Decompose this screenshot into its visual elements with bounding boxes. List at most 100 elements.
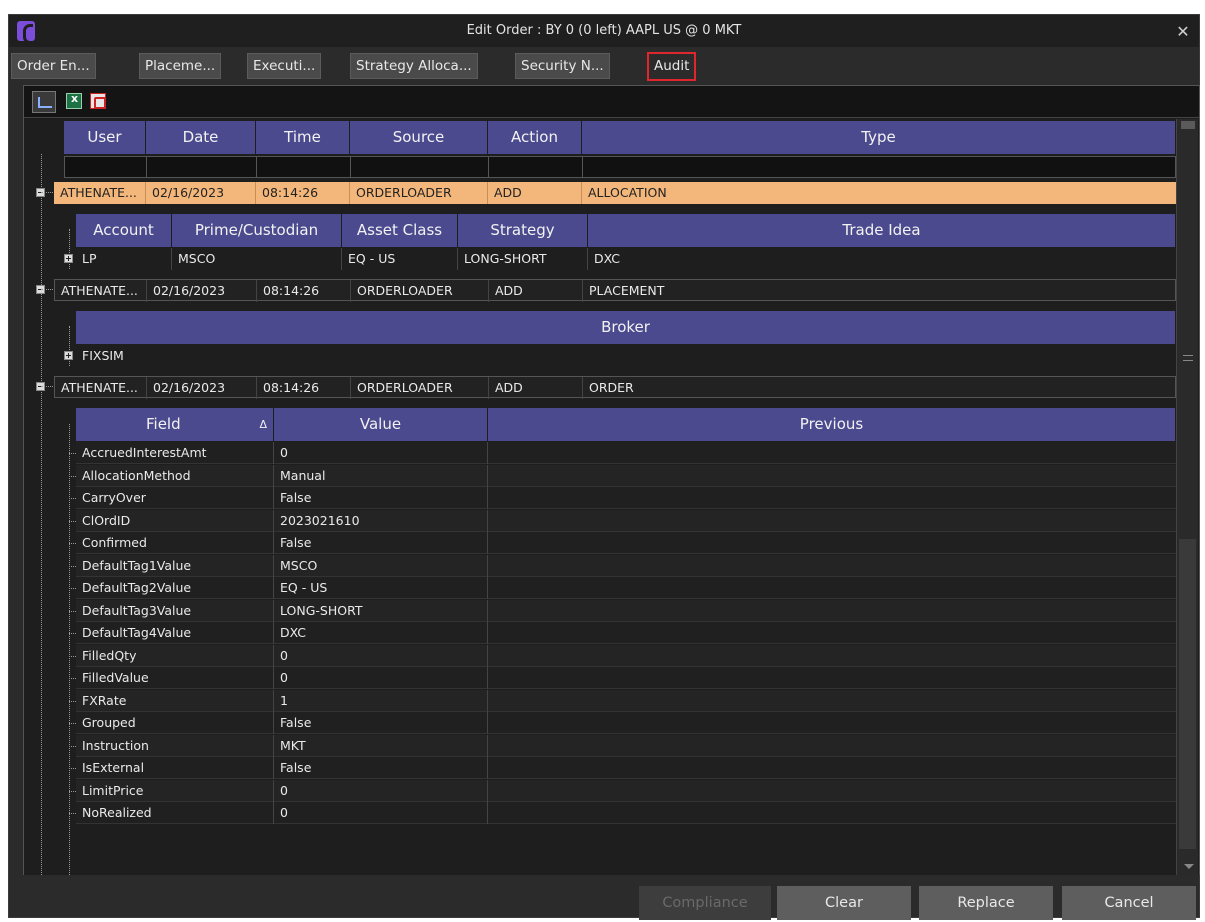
scroll-up-icon[interactable]: [1181, 121, 1195, 129]
close-icon[interactable]: ✕: [1173, 22, 1193, 42]
expand-toggle[interactable]: [64, 351, 73, 360]
table-row[interactable]: CarryOver False: [76, 487, 1176, 509]
cell-previous: [488, 510, 1176, 532]
cell-field: Confirmed: [76, 532, 274, 554]
expand-toggle[interactable]: [64, 254, 73, 263]
column-header-asset-class[interactable]: Asset Class: [342, 214, 458, 247]
cell-value: 2023021610: [274, 510, 488, 532]
table-row[interactable]: ATHENATE... 02/16/2023 08:14:26 ORDERLOA…: [54, 376, 1176, 399]
table-row[interactable]: DefaultTag4Value DXC: [76, 622, 1176, 644]
table-row[interactable]: FXRate 1: [76, 690, 1176, 712]
clear-button[interactable]: Clear: [777, 886, 911, 920]
cell-value: False: [274, 757, 488, 779]
tree-connector: [69, 566, 76, 567]
cell-field: DefaultTag2Value: [76, 577, 274, 599]
column-header-broker[interactable]: Broker: [76, 311, 1176, 344]
filter-divider: [350, 157, 351, 177]
table-row[interactable]: ATHENATE... 02/16/2023 08:14:26 ORDERLOA…: [54, 279, 1176, 302]
cell-time: 08:14:26: [257, 280, 351, 302]
column-header-user[interactable]: User: [64, 121, 146, 154]
cell-field: Grouped: [76, 712, 274, 734]
cell-source: ORDERLOADER: [351, 377, 489, 399]
table-row[interactable]: AccruedInterestAmt 0: [76, 442, 1176, 464]
scroll-thumb[interactable]: [1179, 539, 1196, 849]
excel-export-icon[interactable]: [66, 92, 82, 109]
column-header-time[interactable]: Time: [256, 121, 350, 154]
cell-action: ADD: [488, 182, 582, 204]
column-header-strategy[interactable]: Strategy: [458, 214, 588, 247]
table-row[interactable]: FilledQty 0: [76, 645, 1176, 667]
cell-trade-idea: DXC: [594, 251, 621, 266]
tab-executions[interactable]: Executi...: [247, 53, 322, 79]
cell-date: 02/16/2023: [147, 377, 257, 399]
cell-field: ClOrdID: [76, 510, 274, 532]
table-row[interactable]: DefaultTag3Value LONG-SHORT: [76, 600, 1176, 622]
column-header-field[interactable]: Field Δ: [76, 408, 274, 441]
column-header-type[interactable]: Type: [582, 121, 1176, 154]
cell-action: ADD: [489, 280, 583, 302]
chart-icon[interactable]: [32, 91, 56, 113]
cell-previous: [488, 780, 1176, 802]
cell-field: AllocationMethod: [76, 465, 274, 487]
audit-toolbar: [24, 86, 1199, 118]
filter-divider: [256, 157, 257, 177]
table-row[interactable]: LP MSCO EQ - US LONG-SHORT DXC: [76, 248, 1176, 270]
tab-order-entry[interactable]: Order En...: [11, 53, 96, 79]
cell-field: DefaultTag3Value: [76, 600, 274, 622]
table-row[interactable]: DefaultTag2Value EQ - US: [76, 577, 1176, 599]
cell-value: 0: [274, 802, 488, 824]
tab-audit[interactable]: Audit: [647, 52, 697, 81]
tab-placements[interactable]: Placeme...: [139, 53, 222, 79]
cell-value: False: [274, 712, 488, 734]
table-row[interactable]: ATHENATE... 02/16/2023 08:14:26 ORDERLOA…: [54, 182, 1176, 204]
column-header-source[interactable]: Source: [350, 121, 488, 154]
column-header-previous[interactable]: Previous: [488, 408, 1176, 441]
cell-value: EQ - US: [274, 577, 488, 599]
table-row[interactable]: FIXSIM: [76, 345, 1176, 367]
column-header-prime-custodian[interactable]: Prime/Custodian: [172, 214, 342, 247]
cell-value: LONG-SHORT: [274, 600, 488, 622]
cell-field: FilledQty: [76, 645, 274, 667]
table-row[interactable]: AllocationMethod Manual: [76, 465, 1176, 487]
tree-connector: [69, 746, 76, 747]
column-header-date[interactable]: Date: [146, 121, 256, 154]
table-row[interactable]: LimitPrice 0: [76, 780, 1176, 802]
vertical-scrollbar[interactable]: [1176, 119, 1198, 875]
cell-date: 02/16/2023: [147, 280, 257, 302]
tab-security-notes[interactable]: Security N...: [515, 53, 610, 79]
column-header-action[interactable]: Action: [488, 121, 582, 154]
table-row[interactable]: DefaultTag1Value MSCO: [76, 555, 1176, 577]
replace-button[interactable]: Replace: [919, 886, 1053, 920]
tab-strategy-allocation[interactable]: Strategy Alloca...: [350, 53, 478, 79]
table-row[interactable]: ClOrdID 2023021610: [76, 510, 1176, 532]
cell-value: DXC: [274, 622, 488, 644]
compliance-button[interactable]: Compliance: [639, 886, 771, 920]
column-header-field-label: Field: [146, 415, 181, 433]
filter-row: [64, 156, 1176, 178]
table-row[interactable]: Confirmed False: [76, 532, 1176, 554]
table-row[interactable]: NoRealized 0: [76, 802, 1176, 824]
tree-connector: [69, 588, 76, 589]
tree-connector: [69, 656, 76, 657]
table-row[interactable]: IsExternal False: [76, 757, 1176, 779]
column-header-value[interactable]: Value: [274, 408, 488, 441]
table-row[interactable]: Instruction MKT: [76, 735, 1176, 757]
cell-type: ORDER: [589, 380, 634, 395]
table-row[interactable]: FilledValue 0: [76, 667, 1176, 689]
cell-field: DefaultTag1Value: [76, 555, 274, 577]
tree-connector: [69, 791, 76, 792]
tree-connector: [41, 192, 53, 193]
column-header-trade-idea[interactable]: Trade Idea: [588, 214, 1176, 247]
window-title: Edit Order : BY 0 (0 left) AAPL US @ 0 M…: [466, 23, 742, 38]
table-row[interactable]: Grouped False: [76, 712, 1176, 734]
pdf-export-icon[interactable]: [90, 93, 106, 109]
cell-strategy: LONG-SHORT: [458, 248, 588, 270]
cell-time: 08:14:26: [256, 182, 350, 204]
cell-asset-class: EQ - US: [342, 248, 458, 270]
column-header-account[interactable]: Account: [76, 214, 172, 247]
filter-divider: [582, 157, 583, 177]
cancel-button[interactable]: Cancel: [1062, 886, 1196, 920]
cell-value: 1: [274, 690, 488, 712]
scroll-down-icon[interactable]: [1184, 864, 1194, 869]
edit-order-dialog: Edit Order : BY 0 (0 left) AAPL US @ 0 M…: [8, 14, 1200, 920]
